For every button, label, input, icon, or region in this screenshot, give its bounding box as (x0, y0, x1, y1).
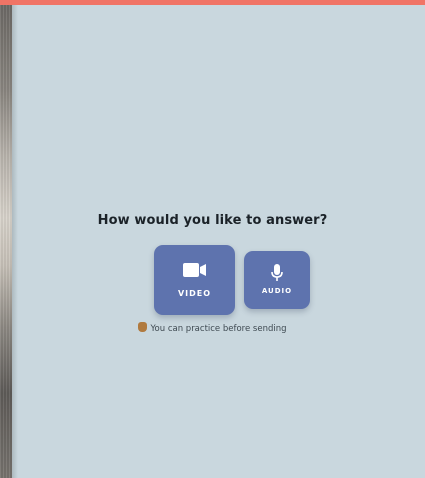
answer-screen: How would you like to answer? VIDEO AUDI… (0, 0, 425, 478)
video-answer-label: VIDEO (177, 289, 212, 298)
photo-edge-shade (12, 5, 18, 478)
hand-icon (138, 322, 148, 332)
top-accent-bar (0, 0, 425, 5)
microphone-icon (271, 264, 283, 285)
answer-panel: How would you like to answer? VIDEO AUDI… (0, 205, 425, 334)
video-camera-icon (182, 262, 207, 281)
video-answer-button[interactable]: VIDEO (154, 245, 235, 315)
practice-hint: You can practice before sending (0, 322, 425, 334)
question-heading: How would you like to answer? (97, 213, 328, 228)
audio-answer-label: AUDIO (261, 287, 293, 295)
audio-answer-button[interactable]: AUDIO (244, 251, 310, 309)
answer-options: VIDEO AUDIO (0, 245, 425, 325)
background-photo-strip (0, 5, 12, 478)
practice-hint-text: You can practice before sending (150, 324, 287, 334)
